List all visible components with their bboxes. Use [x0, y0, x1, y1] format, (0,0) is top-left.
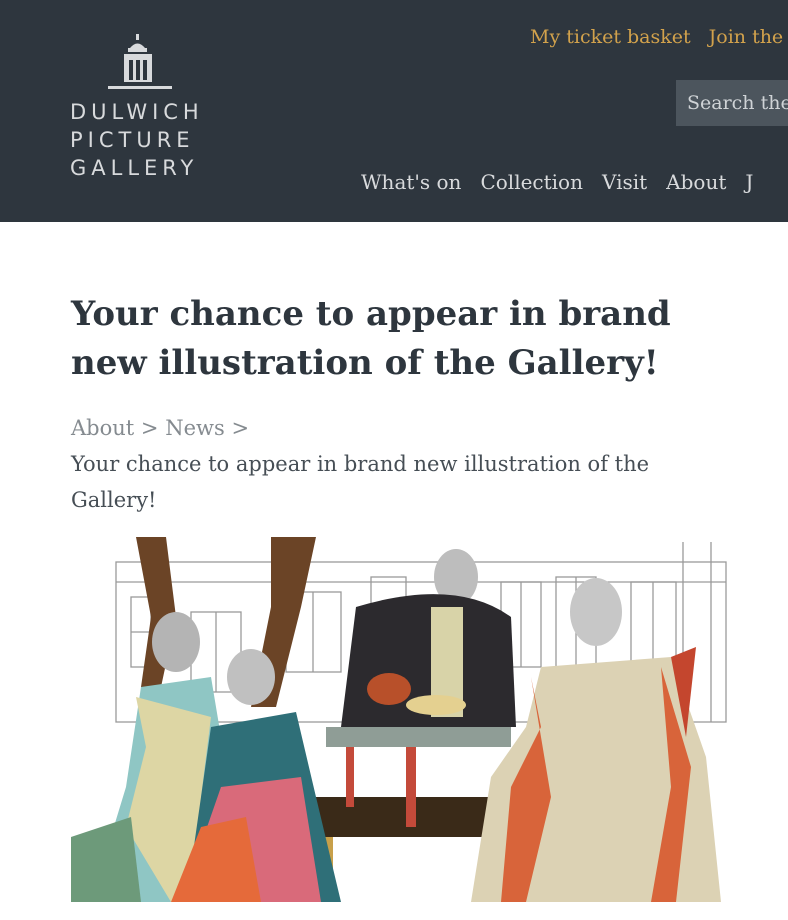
site-header: DULWICH PICTURE GALLERY My ticket basket… — [0, 0, 788, 222]
logo-line-3: GALLERY — [70, 156, 199, 180]
breadcrumb: About > News > Your chance to appear in … — [71, 410, 731, 518]
nav-item-whats-on[interactable]: What's on — [361, 170, 461, 194]
utility-nav: My ticket basket Join the — [530, 26, 788, 48]
logo-line-2: PICTURE — [70, 128, 195, 152]
gallery-building-icon — [108, 34, 172, 89]
illustration-image — [71, 537, 727, 902]
logo-wordmark: DULWICH PICTURE GALLERY — [70, 98, 204, 182]
site-logo[interactable]: DULWICH PICTURE GALLERY — [70, 34, 210, 184]
breadcrumb-separator: > — [140, 416, 159, 440]
logo-line-1: DULWICH — [70, 100, 204, 124]
breadcrumb-separator: > — [231, 416, 250, 440]
breadcrumb-current: Your chance to appear in brand new illus… — [71, 452, 650, 512]
nav-item-collection[interactable]: Collection — [480, 170, 583, 194]
ticket-basket-link[interactable]: My ticket basket — [530, 26, 691, 48]
nav-item-truncated[interactable]: J — [745, 170, 753, 194]
nav-item-about[interactable]: About — [666, 170, 726, 194]
hero-illustration — [71, 537, 731, 902]
breadcrumb-news[interactable]: News — [165, 416, 225, 440]
search-box — [676, 80, 788, 126]
main-nav: What's on Collection Visit About J — [361, 170, 772, 194]
join-link[interactable]: Join the — [709, 26, 784, 48]
nav-item-visit[interactable]: Visit — [602, 170, 647, 194]
search-input[interactable] — [676, 80, 788, 126]
breadcrumb-about[interactable]: About — [71, 416, 134, 440]
page-title: Your chance to appear in brand new illus… — [71, 294, 671, 383]
